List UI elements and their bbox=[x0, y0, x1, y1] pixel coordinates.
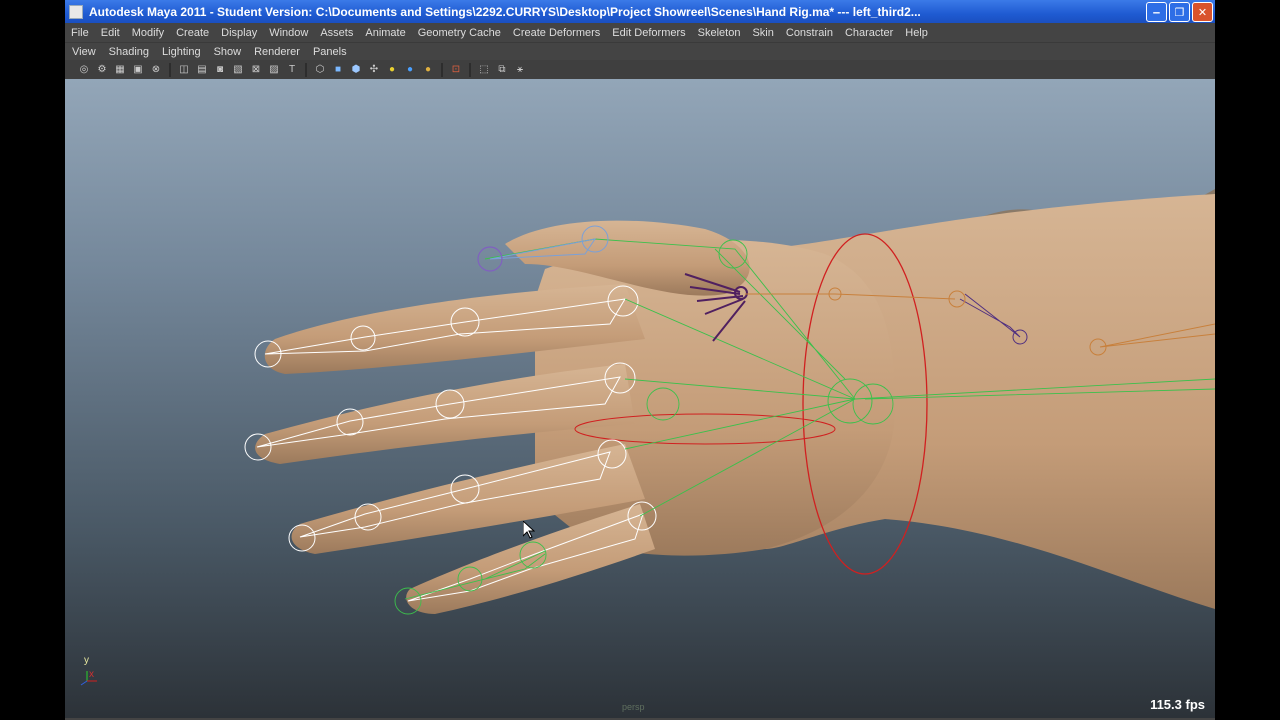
camera-name-label: persp bbox=[622, 702, 645, 712]
lights-icon[interactable]: ▧ bbox=[231, 63, 245, 77]
panel-menubar: View Shading Lighting Show Renderer Pane… bbox=[65, 42, 1215, 61]
maximize-button[interactable]: ❐ bbox=[1169, 2, 1190, 22]
panel-toolbar: ◎ ⚙ ▦ ▣ ⊗ ◫ ▤ ◙ ▧ ⊠ ▨ T ⬡ ■ ⬢ ✣ ● ● ● ⊡ … bbox=[65, 60, 1215, 79]
panel-menu-show[interactable]: Show bbox=[207, 46, 248, 58]
menu-window[interactable]: Window bbox=[263, 27, 314, 39]
panel-menu-shading[interactable]: Shading bbox=[102, 46, 155, 58]
menu-character[interactable]: Character bbox=[839, 27, 899, 39]
smooth-shade-icon[interactable]: ▤ bbox=[195, 63, 209, 77]
menu-edit-deformers[interactable]: Edit Deformers bbox=[606, 27, 691, 39]
film-gate-icon[interactable]: ■ bbox=[331, 63, 345, 77]
camera-attributes-icon[interactable]: ⚙ bbox=[95, 63, 109, 77]
shadows-icon[interactable]: ⊠ bbox=[249, 63, 263, 77]
panel-menu-view[interactable]: View bbox=[65, 46, 102, 58]
graph-icon[interactable]: ⚹ bbox=[513, 63, 527, 77]
title-bar: Autodesk Maya 2011 - Student Version: C:… bbox=[65, 0, 1215, 23]
frame-icon[interactable]: ⧉ bbox=[495, 63, 509, 77]
axis-y-label: y bbox=[84, 655, 89, 666]
resolution-gate-icon[interactable]: ⬡ bbox=[313, 63, 327, 77]
menu-help[interactable]: Help bbox=[899, 27, 934, 39]
xray-icon[interactable]: ▨ bbox=[267, 63, 281, 77]
mouse-cursor-icon bbox=[522, 519, 536, 544]
camera-select-icon[interactable]: ◎ bbox=[77, 63, 91, 77]
toolbar-separator bbox=[305, 62, 307, 77]
main-menubar: File Edit Modify Create Display Window A… bbox=[65, 23, 1215, 42]
menu-assets[interactable]: Assets bbox=[314, 27, 359, 39]
toolbar-separator bbox=[169, 62, 171, 77]
grid-icon[interactable]: ⊗ bbox=[149, 63, 163, 77]
safe-title-icon[interactable]: ⬚ bbox=[477, 63, 491, 77]
isolate-icon[interactable]: T bbox=[285, 63, 299, 77]
light-blue-icon[interactable]: ● bbox=[403, 63, 417, 77]
textured-icon[interactable]: ◙ bbox=[213, 63, 227, 77]
light-yellow-icon[interactable]: ● bbox=[385, 63, 399, 77]
menu-edit[interactable]: Edit bbox=[95, 27, 126, 39]
select-camera-icon[interactable]: ⊡ bbox=[449, 63, 463, 77]
menu-create[interactable]: Create bbox=[170, 27, 215, 39]
axis-gizmo: y x bbox=[75, 655, 105, 696]
wireframe-icon[interactable]: ◫ bbox=[177, 63, 191, 77]
menu-geometry-cache[interactable]: Geometry Cache bbox=[412, 27, 507, 39]
field-chart-icon[interactable]: ⬢ bbox=[349, 63, 363, 77]
axis-x-label: x bbox=[89, 669, 94, 680]
toolbar-separator bbox=[441, 62, 443, 77]
menu-skeleton[interactable]: Skeleton bbox=[692, 27, 747, 39]
close-button[interactable]: ✕ bbox=[1192, 2, 1213, 22]
perspective-viewport[interactable]: y x persp 115.3 fps bbox=[65, 79, 1215, 718]
safe-action-icon[interactable]: ✣ bbox=[367, 63, 381, 77]
panel-menu-panels[interactable]: Panels bbox=[306, 46, 353, 58]
image-plane-icon[interactable]: ▣ bbox=[131, 63, 145, 77]
menu-create-deformers[interactable]: Create Deformers bbox=[507, 27, 606, 39]
bookmark-icon[interactable]: ▦ bbox=[113, 63, 127, 77]
menu-skin[interactable]: Skin bbox=[746, 27, 779, 39]
light-orange-icon[interactable]: ● bbox=[421, 63, 435, 77]
maya-window: Autodesk Maya 2011 - Student Version: C:… bbox=[65, 0, 1215, 720]
maya-app-icon bbox=[69, 4, 83, 19]
toolbar-separator bbox=[469, 62, 471, 77]
panel-menu-renderer[interactable]: Renderer bbox=[247, 46, 306, 58]
menu-file[interactable]: File bbox=[65, 27, 95, 39]
menu-modify[interactable]: Modify bbox=[126, 27, 170, 39]
panel-menu-lighting[interactable]: Lighting bbox=[155, 46, 207, 58]
minimize-button[interactable]: ‒ bbox=[1146, 2, 1167, 22]
window-title: Autodesk Maya 2011 - Student Version: C:… bbox=[89, 4, 921, 19]
menu-animate[interactable]: Animate bbox=[359, 27, 411, 39]
hand-rig-scene bbox=[244, 189, 1215, 615]
fps-readout: 115.3 fps bbox=[1150, 697, 1205, 712]
menu-display[interactable]: Display bbox=[215, 27, 263, 39]
menu-constrain[interactable]: Constrain bbox=[780, 27, 839, 39]
